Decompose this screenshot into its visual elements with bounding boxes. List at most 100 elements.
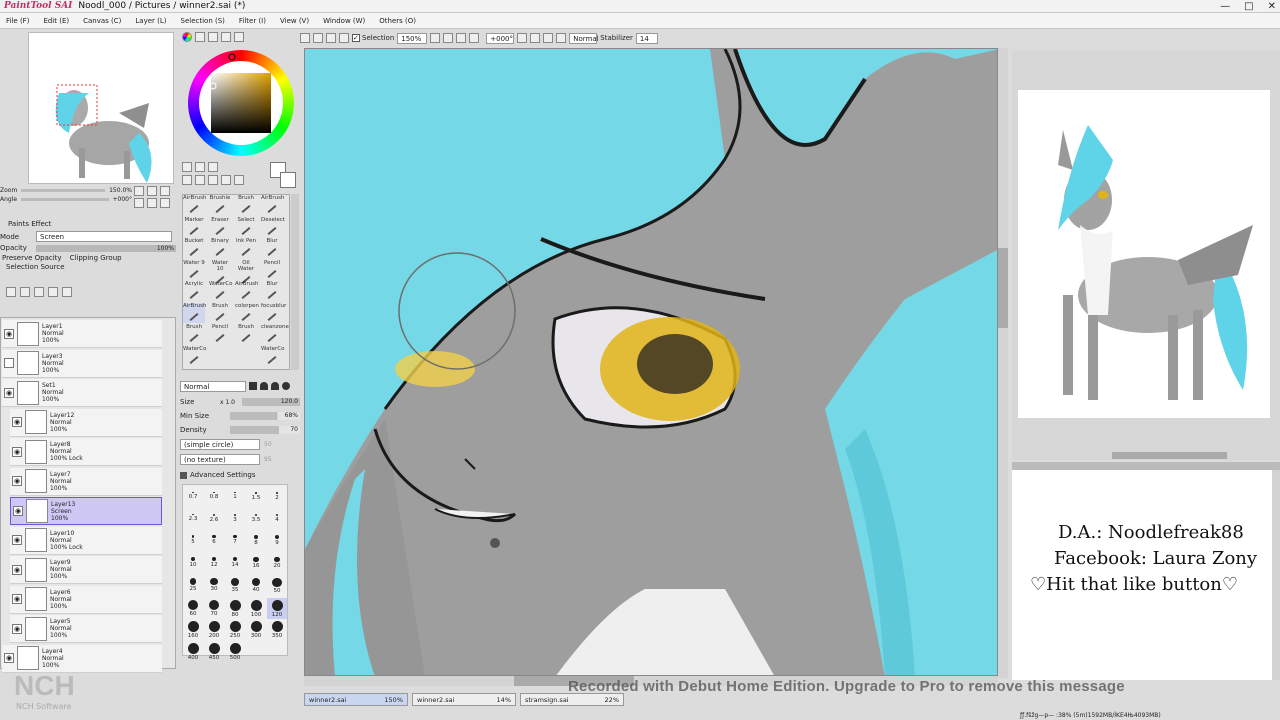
reference-scrollbar[interactable] — [1112, 452, 1227, 459]
eye-icon[interactable]: ◉ — [12, 564, 22, 575]
brush-size-preset[interactable]: 50 — [267, 576, 287, 597]
brush-size-preset[interactable]: 14 — [225, 555, 245, 576]
layer-row[interactable]: ◉ Layer4 Normal 100% — [2, 644, 162, 673]
brush-size-preset[interactable]: 1 — [225, 490, 245, 511]
brush-tool-slot[interactable]: focusblur — [261, 303, 286, 323]
brush-size-preset[interactable]: 400 — [183, 641, 203, 662]
rotate-left-icon[interactable] — [517, 33, 528, 43]
preserve-opacity-checkbox[interactable]: Preserve Opacity — [2, 254, 62, 262]
brush-size-preset[interactable]: 12 — [204, 555, 224, 576]
selection-source-checkbox[interactable]: Selection Source — [0, 263, 176, 273]
menu-view[interactable]: View (V) — [274, 17, 315, 25]
redo-icon[interactable] — [313, 33, 323, 43]
brush-size-preset[interactable]: 25 — [183, 576, 203, 597]
close-button[interactable]: ✕ — [1268, 0, 1276, 13]
nav-zoom-reset-icon[interactable] — [160, 186, 170, 196]
menu-filter[interactable]: Filter (I) — [233, 17, 272, 25]
menu-file[interactable]: File (F) — [0, 17, 35, 25]
delete-layer-icon[interactable] — [62, 287, 72, 297]
brush-shape-icon-4[interactable] — [282, 382, 290, 390]
signature-canvas[interactable]: D.A.: Noodlefreak88 Facebook: Laura Zony… — [1012, 470, 1274, 680]
rotate-reset-icon[interactable] — [543, 33, 554, 43]
brush-size-preset[interactable]: 250 — [225, 619, 245, 640]
brush-size-preset[interactable]: 3.5 — [246, 512, 266, 533]
layer-row[interactable]: ◉ Layer12 Normal 100% — [10, 408, 162, 437]
layer-row[interactable]: ◉ Layer7 Normal 100% — [10, 467, 162, 496]
eye-icon[interactable]: ◉ — [4, 387, 14, 398]
brush-tool-slot[interactable]: Brush — [209, 303, 231, 323]
lasso-icon[interactable] — [195, 162, 205, 172]
brush-size-preset[interactable]: 4 — [267, 512, 287, 533]
rect-select-icon[interactable] — [182, 162, 192, 172]
brush-size-preset[interactable]: 30 — [204, 576, 224, 597]
eye-icon[interactable]: ◉ — [12, 623, 22, 634]
layer-row[interactable]: Layer3 Normal 100% — [2, 349, 162, 378]
magic-wand-icon[interactable] — [208, 162, 218, 172]
brush-tool-slot[interactable]: WaterCo — [183, 346, 206, 366]
brush-tool-slot[interactable]: Blur — [261, 281, 283, 301]
brush-size-preset[interactable]: 70 — [204, 598, 224, 619]
size-multiplier[interactable]: x 1.0 — [220, 399, 242, 406]
brush-size-preset[interactable]: 8 — [246, 533, 266, 554]
layer-row[interactable]: ◉ Layer9 Normal 100% — [10, 556, 162, 584]
brush-tool-slot[interactable]: Water 10 — [209, 260, 231, 284]
brush-size-preset[interactable]: 0.8 — [204, 490, 224, 511]
layer-row[interactable]: ◉ Layer8 Normal 100% Lock — [10, 438, 162, 466]
brush-tool-slot[interactable]: Oil Water — [235, 260, 257, 284]
palette-tab-icon[interactable] — [221, 32, 231, 42]
eye-icon[interactable]: ◉ — [12, 476, 22, 486]
mode-select[interactable]: Screen — [36, 231, 172, 242]
brush-tool-slot[interactable]: cleanzone — [261, 324, 289, 344]
blend-mode-field[interactable]: Normal — [569, 32, 599, 44]
merge-layer-icon[interactable] — [34, 287, 44, 297]
brush-size-preset[interactable]: 100 — [246, 598, 266, 619]
min-size-slider[interactable]: 68% — [230, 412, 300, 420]
rotate-icon[interactable] — [208, 175, 218, 185]
brush-size-preset[interactable]: 200 — [204, 619, 224, 640]
secondary-color-swatch[interactable] — [280, 172, 296, 188]
drawing-canvas[interactable] — [304, 48, 998, 676]
brush-tool-slot[interactable]: Brush — [235, 324, 257, 344]
move-icon[interactable] — [182, 175, 192, 185]
eye-icon[interactable]: ◉ — [13, 506, 23, 516]
brush-tool-slot[interactable] — [235, 346, 257, 366]
color-wheel-tab-icon[interactable] — [182, 32, 192, 42]
eye-icon[interactable] — [4, 358, 14, 368]
swatch-tab-icon[interactable] — [234, 32, 244, 42]
brush-size-preset[interactable]: 6 — [204, 533, 224, 554]
rotate-right-icon[interactable] — [530, 33, 541, 43]
stabilizer-field[interactable]: 14 — [635, 32, 658, 44]
angle-slider[interactable] — [21, 198, 109, 201]
selection-checkbox[interactable]: ✓ Selection — [352, 34, 394, 42]
menu-others[interactable]: Others (O) — [373, 17, 422, 25]
clipping-group-checkbox[interactable]: Clipping Group — [70, 254, 122, 262]
invert-icon[interactable] — [339, 33, 349, 43]
layer-row[interactable]: ◉ Set1 Normal 100% — [2, 379, 162, 407]
menu-edit[interactable]: Edit (E) — [37, 17, 75, 25]
minimize-button[interactable]: — — [1220, 0, 1230, 13]
brush-tool-slot[interactable]: Acrylic — [183, 281, 205, 301]
brush-texture-select[interactable]: (no texture) — [180, 454, 260, 465]
eye-icon[interactable]: ◉ — [4, 653, 14, 663]
brush-tool-slot[interactable] — [209, 346, 231, 366]
nav-zoom-in-icon[interactable] — [147, 186, 157, 196]
brush-size-preset[interactable]: 2.3 — [183, 512, 203, 533]
layer-row[interactable]: ◉ Layer10 Normal 100% Lock — [10, 526, 162, 555]
brush-tool-slot[interactable]: AirBrush — [183, 302, 206, 323]
layer-row[interactable]: ◉ Layer13 Screen 100% — [10, 497, 162, 525]
brush-size-preset[interactable]: 120 — [267, 597, 287, 619]
brush-size-preset[interactable]: 5 — [183, 533, 203, 554]
zoom-fit-icon[interactable] — [469, 33, 480, 43]
brush-size-preset[interactable]: 10 — [183, 555, 203, 576]
brush-tool-slot[interactable]: WaterCo — [261, 346, 284, 366]
menu-layer[interactable]: Layer (L) — [129, 17, 172, 25]
zoom-field[interactable]: 150% — [397, 32, 428, 44]
opacity-slider[interactable]: 100% — [36, 244, 176, 252]
brush-blend-select[interactable]: Normal — [180, 380, 246, 392]
brush-size-preset[interactable]: 450 — [204, 641, 224, 662]
brush-size-preset[interactable]: 3 — [225, 512, 245, 533]
brush-tool-slot[interactable]: Deselect — [261, 217, 285, 237]
size-slider[interactable]: 120.0 — [242, 398, 300, 406]
doc-tab[interactable]: winner2.sai 14% — [412, 693, 516, 706]
brush-tool-slot[interactable]: Select — [235, 217, 257, 237]
